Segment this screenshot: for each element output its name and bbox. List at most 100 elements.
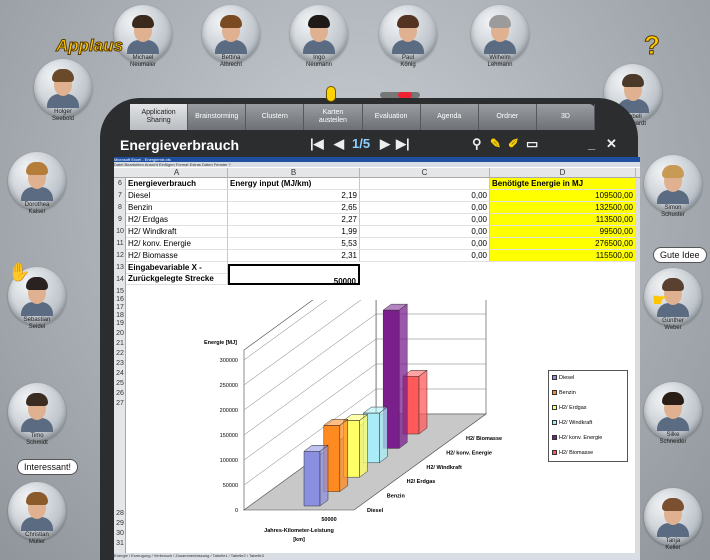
close-button[interactable]: ✕ (606, 136, 617, 152)
data-cell[interactable]: Benzin (126, 202, 228, 214)
data-cell[interactable]: 0,00 (360, 190, 490, 202)
minimize-button[interactable]: _ (588, 136, 595, 151)
participant-name: Dorothea Kaiser (24, 202, 50, 215)
data-cell[interactable]: 0,00 (360, 202, 490, 214)
bar-front (303, 451, 321, 507)
row-number[interactable]: 8 (114, 204, 126, 211)
participant-name: Christian Müller (25, 532, 49, 545)
legend-label: H2/ Erdgas (559, 405, 587, 411)
data-cell[interactable]: 0,00 (360, 250, 490, 262)
header-cell[interactable]: Energy input (MJ/km) (228, 178, 360, 190)
data-cell[interactable]: H2/ Windkraft (126, 226, 228, 238)
header-cell[interactable] (360, 178, 490, 190)
column-header[interactable]: B (228, 168, 360, 178)
highlighter-icon[interactable]: ✎ (490, 136, 501, 152)
prev-page-icon[interactable]: ◀ (334, 136, 344, 152)
vertical-scrollbar[interactable] (635, 178, 640, 560)
chart-legend: Diesel Benzin H2/ Erdgas H2/ Windkraft H2/ k… (548, 370, 628, 462)
y-tick-label: 300000 (220, 358, 238, 364)
row-number[interactable]: 12 (114, 252, 126, 259)
depth-axis-label: H2/ Erdgas (407, 479, 436, 485)
page-indicator: 1/5 (352, 136, 371, 151)
data-cell[interactable]: 115500,00 (490, 250, 636, 262)
applaus-label: Applaus (55, 36, 124, 56)
data-cell[interactable]: 276500,00 (490, 238, 636, 250)
data-cell[interactable]: 5,53 (228, 238, 360, 250)
depth-axis-label: Diesel (367, 508, 384, 514)
participant-name: Michael Neumaier (129, 55, 156, 68)
legend-entry: H2/ Biomasse (552, 450, 593, 456)
data-cell[interactable]: 132500,00 (490, 202, 636, 214)
x-axis-label: Jahres-Kilometer-Leistung (264, 528, 334, 534)
data-cell[interactable]: 0,00 (360, 238, 490, 250)
y-tick-label: 100000 (220, 458, 238, 464)
tab-ordner[interactable]: Ordner (479, 104, 537, 130)
row-number[interactable]: 11 (114, 240, 126, 247)
excel-menu-bar[interactable]: Datei Bearbeiten Ansicht Einfügen Format… (114, 162, 640, 167)
screen-icon[interactable]: ▭ (526, 136, 538, 152)
data-cell[interactable]: Diesel (126, 190, 228, 202)
bar-side (319, 444, 329, 507)
tab-3d[interactable]: 3D (537, 104, 595, 130)
data-cell[interactable]: H2/ Biomasse (126, 250, 228, 262)
window-titlebar: Energieverbrauch |◀ ◀ 1/5 ▶ ▶| ⚲ ✎ ✐ ▭ _… (112, 135, 632, 157)
data-cell[interactable]: 2,27 (228, 214, 360, 226)
tab-agenda[interactable]: Agenda (421, 104, 479, 130)
data-cell[interactable]: 2,65 (228, 202, 360, 214)
row-number[interactable]: 14 (114, 276, 126, 283)
data-cell[interactable]: H2/ Erdgas (126, 214, 228, 226)
input-label-cell[interactable]: Zurückgelegte Strecke (126, 273, 228, 285)
header-cell[interactable]: Benötigte Energie in MJ (490, 178, 636, 190)
y-tick-label: 50000 (223, 483, 238, 489)
last-page-icon[interactable]: ▶| (396, 136, 410, 152)
sheet-tabs[interactable]: Energie / Erzeugung / Verbrauch / Zusamm… (114, 553, 640, 560)
data-cell[interactable]: H2/ konv. Energie (126, 238, 228, 250)
y-tick-label: 250000 (220, 383, 238, 389)
row-number[interactable]: 15 (114, 288, 126, 295)
data-cell[interactable]: 2,31 (228, 250, 360, 262)
header-cell[interactable]: Energieverbrauch (126, 178, 228, 190)
data-cell[interactable]: 1,99 (228, 226, 360, 238)
tab-clustern[interactable]: Clustern (246, 104, 305, 130)
y-tick-label: 200000 (220, 408, 238, 414)
legend-label: H2/ Biomasse (559, 450, 594, 456)
participant-name: Tanja Keller (665, 538, 681, 551)
data-cell[interactable]: 0,00 (360, 226, 490, 238)
input-value-cell[interactable]: 50000 (228, 264, 360, 286)
row-number[interactable]: 7 (114, 192, 126, 199)
legend-swatch (552, 435, 557, 441)
pen-slider[interactable] (380, 92, 420, 98)
row-number[interactable]: 13 (114, 264, 126, 271)
row-number[interactable]: 9 (114, 216, 126, 223)
tab-evaluation[interactable]: Evaluation (363, 104, 421, 130)
participant-name: Wilhelm Lehmann (487, 55, 513, 68)
next-page-icon[interactable]: ▶ (380, 136, 390, 152)
column-header[interactable]: D (490, 168, 636, 178)
depth-axis-label: Benzin (387, 494, 406, 500)
pen-icon[interactable]: ✐ (508, 136, 519, 152)
column-header[interactable]: A (126, 168, 228, 178)
first-page-icon[interactable]: |◀ (310, 136, 324, 152)
row-number[interactable]: 6 (114, 180, 126, 187)
row-number[interactable]: 10 (114, 228, 126, 235)
tab-brainstorming[interactable]: Brainstorming (188, 104, 247, 130)
tab-karten-austeilen[interactable]: Karten austeilen (304, 104, 363, 130)
depth-axis-label: H2/ Windkraft (426, 465, 462, 471)
participant-name: Simon Schuster (661, 205, 685, 218)
x-axis-label: [km] (293, 537, 305, 543)
data-cell[interactable]: 109500,00 (490, 190, 636, 202)
orb-icon (326, 86, 336, 102)
participant-name: Timo Schmidt (26, 433, 48, 446)
legend-swatch (552, 405, 557, 411)
data-cell[interactable]: 99500,00 (490, 226, 636, 238)
speech-balloon-gute-idee: Gute Idee (653, 247, 707, 263)
legend-entry: H2/ Windkraft (552, 420, 592, 426)
data-cell[interactable]: 2,19 (228, 190, 360, 202)
pointer-icon[interactable]: ⚲ (472, 136, 482, 152)
bar-side (398, 303, 408, 449)
column-header[interactable]: C (360, 168, 490, 178)
data-cell[interactable]: 0,00 (360, 214, 490, 226)
participant-name: Holger Seebold (51, 109, 75, 122)
data-cell[interactable]: 113500,00 (490, 214, 636, 226)
tab-application-sharing[interactable]: Application Sharing (130, 104, 189, 130)
